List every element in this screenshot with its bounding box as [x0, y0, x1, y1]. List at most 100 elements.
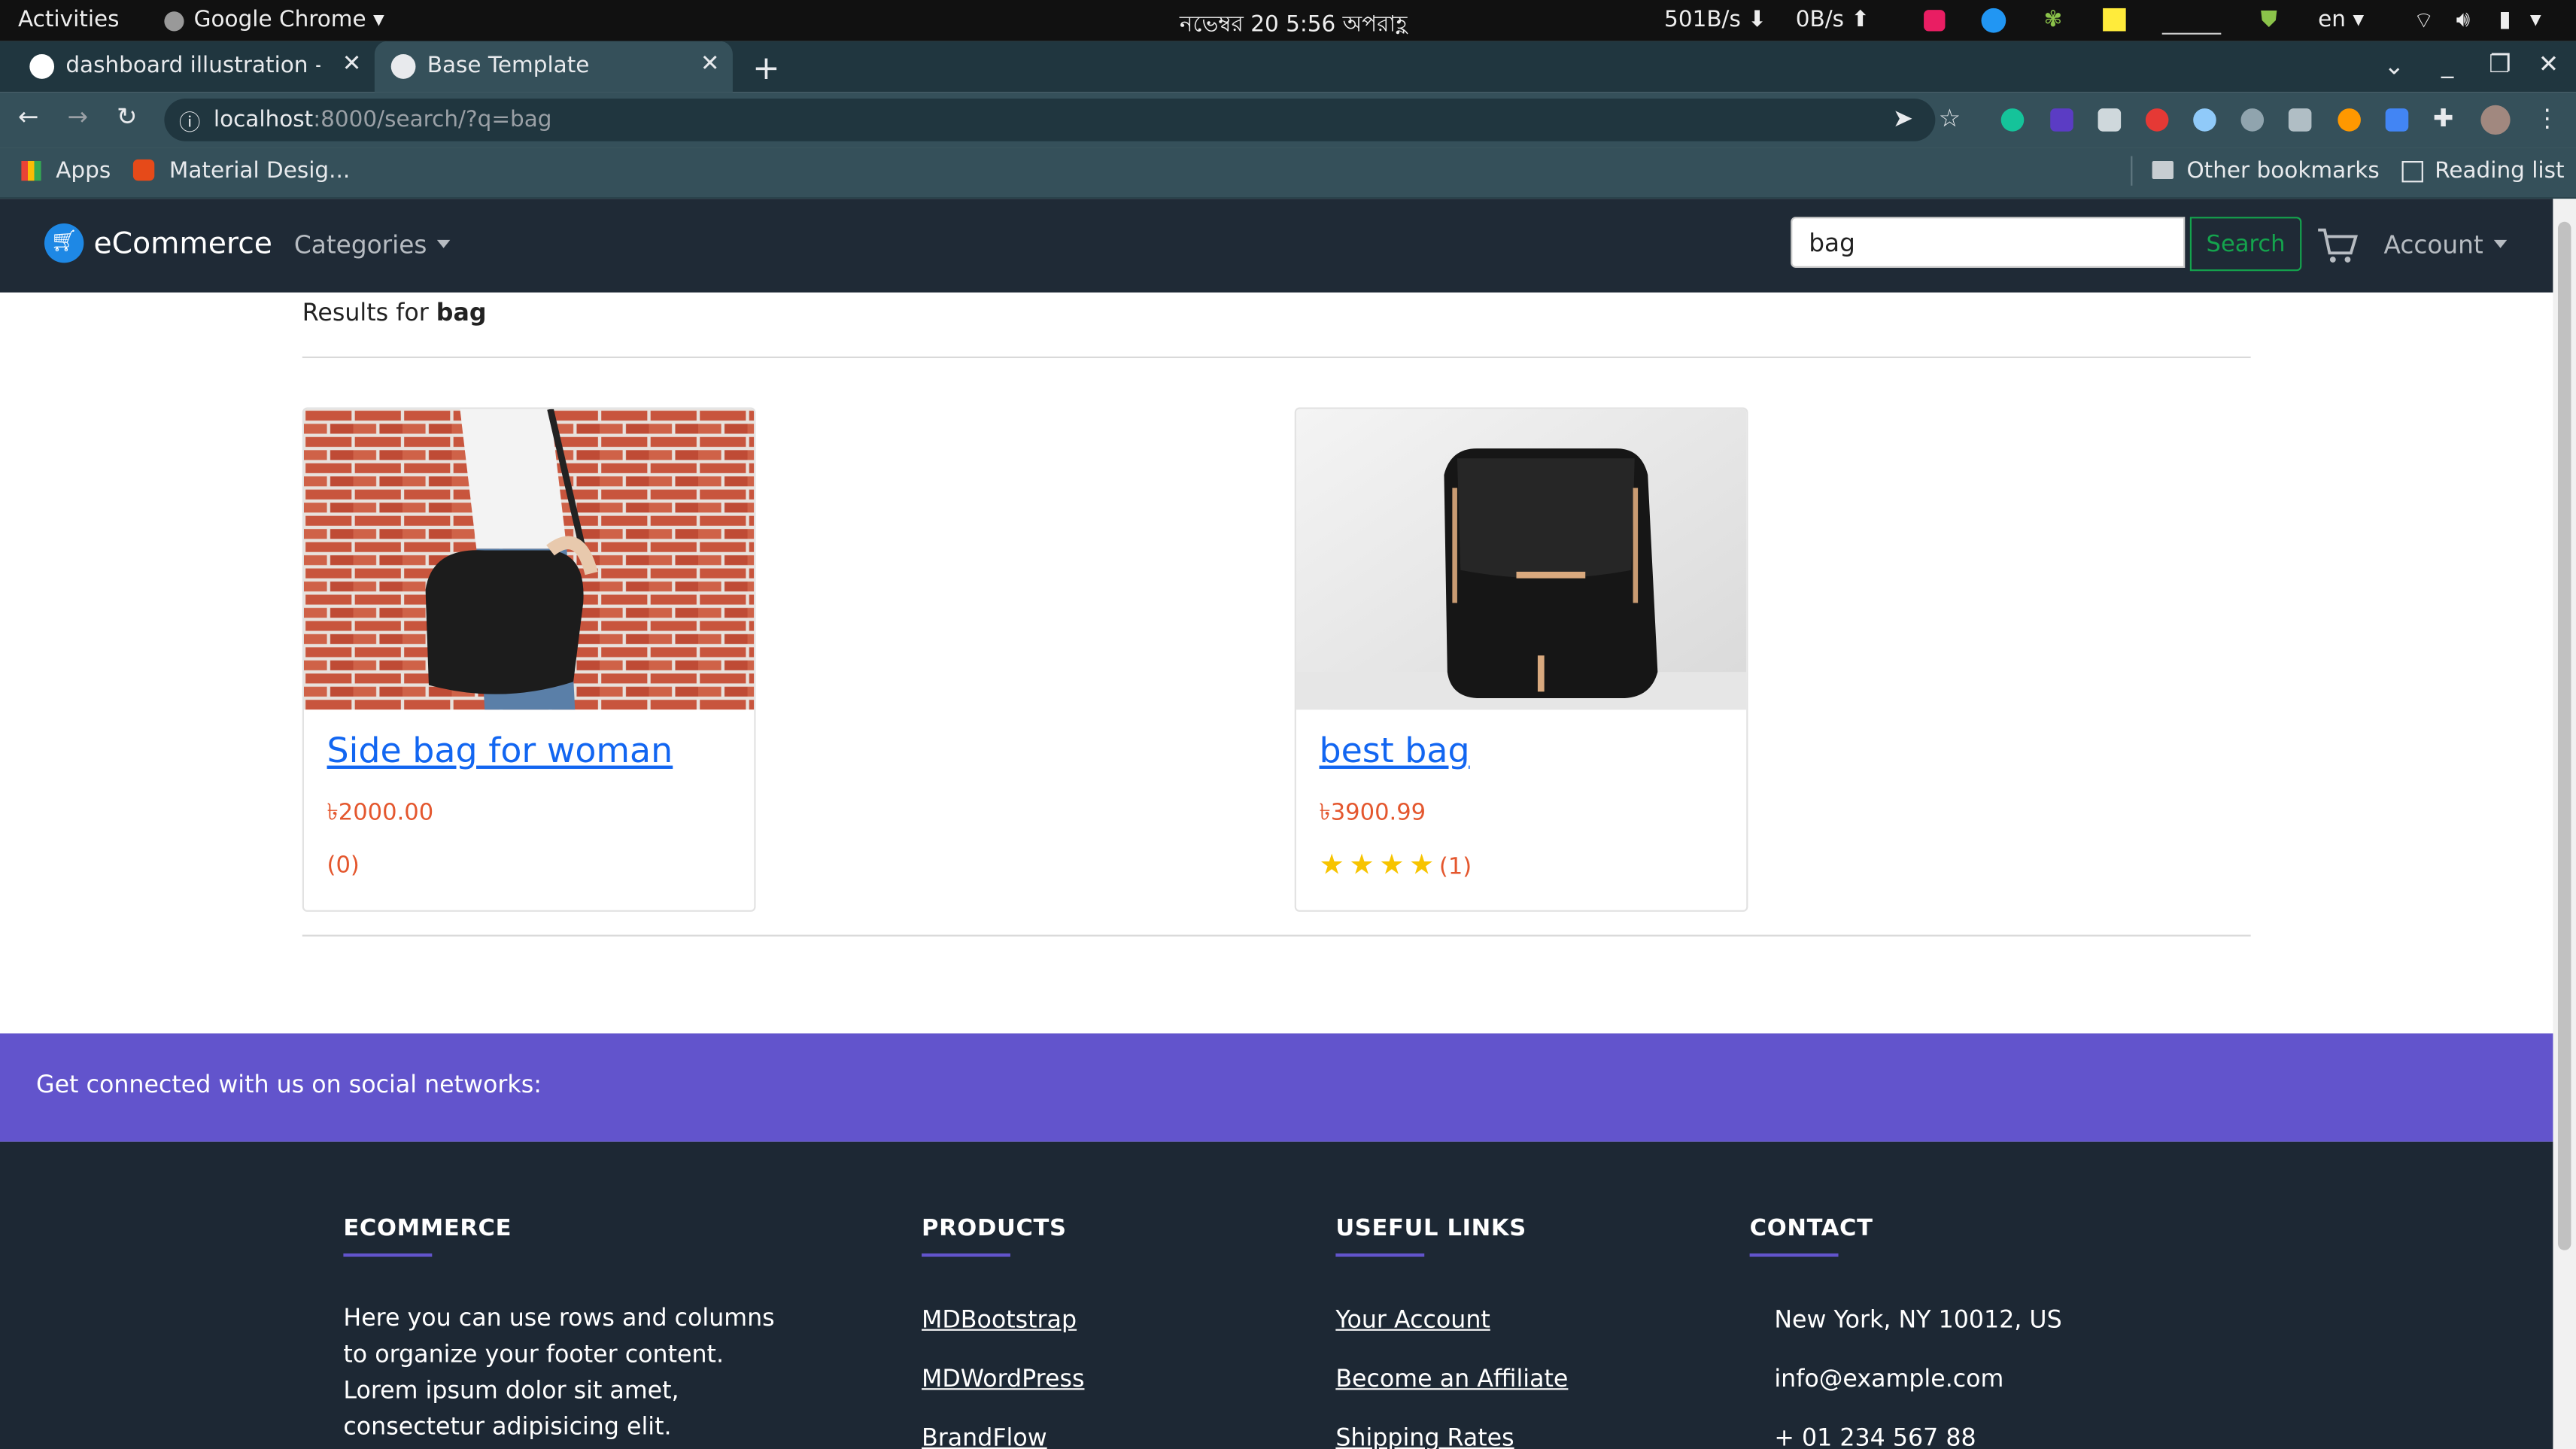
bookmark-other[interactable]: Other bookmarks — [2186, 158, 2379, 184]
rating-count: (1) — [1438, 854, 1472, 881]
footer-link-your-account[interactable]: Your Account — [1335, 1308, 1490, 1334]
url-host: localhost — [213, 106, 314, 133]
address-bar[interactable]: ⓘ localhost:8000/search/?q=bag ➤ ☆ — [164, 99, 1961, 141]
tray-notes-icon[interactable] — [2103, 8, 2126, 32]
profile-avatar[interactable] — [2480, 105, 2511, 135]
brand-link[interactable]: eCommerce — [93, 226, 272, 261]
net-up-value: 0B/s — [1795, 6, 1845, 33]
tab-dashboard-illustration[interactable]: dashboard illustration - G ✕ — [13, 41, 374, 93]
tab-close-icon[interactable]: ✕ — [700, 51, 720, 77]
footer-link-shipping-rates[interactable]: Shipping Rates — [1335, 1426, 1514, 1449]
product-title-link[interactable]: Side bag for woman — [327, 731, 673, 770]
page-scrollbar[interactable] — [2553, 199, 2576, 1449]
wifi-icon[interactable]: ⌔ — [2413, 7, 2435, 35]
search-button[interactable]: Search — [2189, 217, 2302, 272]
battery-icon[interactable]: ▮ — [2499, 7, 2511, 33]
restore-icon[interactable]: ❐ — [2489, 50, 2511, 79]
footer-link-mdbootstrap[interactable]: MDBootstrap — [922, 1308, 1077, 1334]
system-monitor-graph[interactable] — [2161, 10, 2222, 35]
footer-link-mdwordpress[interactable]: MDWordPress — [922, 1367, 1084, 1393]
tray-shield-icon[interactable]: ⛊ — [2261, 7, 2277, 33]
bookmarks-bar: Apps Material Desig... Other bookmarks R… — [0, 147, 2576, 199]
heading-underline — [1749, 1253, 1839, 1257]
rating: ★ ★ ★ ★ (1) — [1319, 849, 1472, 882]
adblock-plus-icon[interactable] — [2145, 108, 2169, 132]
extension-icon[interactable] — [2338, 108, 2361, 132]
product-price: ৳3900.99 — [1319, 800, 1426, 827]
back-icon[interactable]: ← — [18, 102, 38, 131]
volume-icon[interactable]: 🔊︎ — [2456, 7, 2471, 33]
extensions-puzzle-icon[interactable]: ✚ — [2433, 104, 2453, 133]
chrome-app-icon — [164, 11, 184, 32]
account-label: Account — [2383, 229, 2483, 260]
tray-app-icon[interactable] — [1924, 10, 1946, 32]
product-card: best bag ৳3900.99 ★ ★ ★ ★ (1) — [1294, 407, 1748, 912]
globe-favicon-icon — [390, 54, 416, 79]
google-translate-icon[interactable] — [2385, 108, 2409, 132]
react-devtools-icon[interactable] — [2193, 108, 2216, 132]
extension-icon[interactable] — [2050, 108, 2073, 132]
new-tab-icon[interactable]: + — [752, 47, 780, 87]
contact-phone: + 01 234 567 88 — [1774, 1426, 1976, 1449]
system-menu-caret[interactable]: ▾ — [2530, 7, 2541, 33]
tab-search-icon[interactable]: ⌄ — [2384, 51, 2404, 80]
categories-label: Categories — [293, 229, 427, 260]
star-icon: ★ — [1379, 849, 1405, 882]
product-image[interactable] — [1296, 409, 1747, 710]
star-icon: ★ — [1319, 849, 1344, 882]
tab-base-template[interactable]: Base Template ✕ — [374, 41, 733, 93]
footer-link-brandflow[interactable]: BrandFlow — [922, 1426, 1047, 1449]
scrollbar-thumb[interactable] — [2557, 221, 2571, 1250]
divider — [302, 934, 2251, 937]
footer-about-text: Here you can use rows and columns to org… — [343, 1306, 775, 1441]
results-query: bag — [436, 300, 487, 327]
bookmark-star-icon[interactable]: ☆ — [1939, 104, 1961, 133]
footer-heading-useful-links: USEFUL LINKS — [1335, 1215, 1526, 1242]
clock[interactable]: নভেম্বর 20 5:56 অপরাহ্ণ — [1180, 7, 1408, 44]
site-navbar: 🛒︎ eCommerce Categories Search Account — [0, 199, 2553, 293]
cart-icon[interactable] — [2316, 223, 2359, 266]
categories-dropdown[interactable]: Categories — [294, 230, 450, 260]
teamviewer-icon[interactable] — [1981, 8, 2006, 33]
reload-icon[interactable]: ↻ — [117, 102, 137, 131]
bookmark-apps[interactable]: Apps — [56, 158, 111, 184]
footer-heading-products: PRODUCTS — [922, 1215, 1067, 1242]
contact-address: New York, NY 10012, US — [1774, 1308, 2062, 1335]
send-tab-icon[interactable]: ➤ — [1893, 104, 1913, 133]
bookmark-material-design[interactable]: Material Desig... — [169, 158, 350, 184]
footer-heading-ecommerce: ECOMMERCE — [343, 1215, 512, 1242]
tray-flower-icon[interactable]: ✾ — [2043, 7, 2062, 33]
extension-icon[interactable] — [2240, 108, 2265, 132]
results-prefix: Results for — [302, 300, 436, 327]
footer-link-affiliate[interactable]: Become an Affiliate — [1335, 1367, 1568, 1393]
product-image[interactable] — [303, 409, 755, 710]
activities-button[interactable]: Activities — [18, 7, 120, 33]
product-card: Side bag for woman ৳2000.00 (0) — [302, 407, 756, 912]
window-close-icon[interactable]: ✕ — [2538, 50, 2559, 79]
star-icon: ★ — [1409, 849, 1435, 882]
footer-heading-contact: CONTACT — [1749, 1215, 1873, 1242]
grammarly-extension-icon[interactable] — [2000, 108, 2025, 132]
social-text: Get connected with us on social networks… — [36, 1072, 542, 1099]
search-input[interactable] — [1791, 217, 2186, 268]
minimize-icon[interactable]: _ — [2441, 50, 2453, 79]
product-title-link[interactable]: best bag — [1319, 731, 1469, 770]
browser-toolbar: ← → ↻ ⓘ localhost:8000/search/?q=bag ➤ ☆ — [0, 92, 2576, 148]
rating-count: (0) — [327, 852, 360, 879]
info-icon[interactable]: ⓘ — [179, 105, 200, 136]
cart-logo-icon[interactable]: 🛒︎ — [44, 223, 84, 263]
tab-title: dashboard illustration - G — [65, 52, 320, 79]
language-indicator[interactable]: en ▾ — [2318, 7, 2364, 33]
account-dropdown[interactable]: Account — [2384, 230, 2507, 260]
extension-icon[interactable] — [2098, 108, 2122, 132]
app-menu[interactable]: Google Chrome ▾ — [194, 7, 384, 33]
tab-close-icon[interactable]: ✕ — [342, 51, 362, 77]
google-favicon-icon — [29, 54, 55, 79]
tab-strip: dashboard illustration - G ✕ Base Templa… — [0, 41, 2576, 93]
reading-list-button[interactable]: Reading list — [2435, 158, 2564, 184]
chrome-menu-icon[interactable]: ⋮ — [2535, 104, 2559, 133]
extension-icon[interactable] — [2288, 108, 2312, 132]
tab-title: Base Template — [427, 52, 590, 79]
bookmarks-divider — [2131, 156, 2133, 186]
forward-icon[interactable]: → — [68, 102, 88, 131]
